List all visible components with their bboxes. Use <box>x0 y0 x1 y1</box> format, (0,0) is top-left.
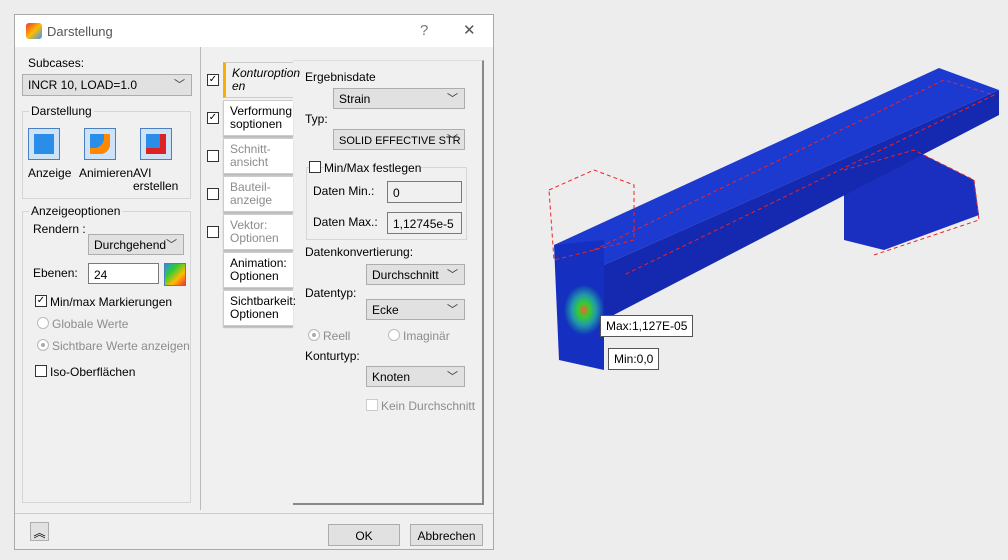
subcases-select[interactable]: INCR 10, LOAD=1.0 ﹀ <box>22 74 192 96</box>
datentyp-label: Datentyp: <box>305 286 357 300</box>
daten-min-label: Daten Min.: <box>313 184 375 198</box>
ergebnis-select[interactable]: Strain ﹀ <box>333 88 465 109</box>
tab-2[interactable]: Schnitt-ansicht <box>223 138 293 174</box>
tab-checkbox[interactable]: ✓ <box>207 112 219 124</box>
color-scale-icon[interactable] <box>164 263 186 286</box>
title-bar: Darstellung ? ✕ <box>15 15 493 47</box>
daten-max-input[interactable]: 1,12745e-5 <box>387 212 462 234</box>
typ-label: Typ: <box>305 112 328 126</box>
cancel-button[interactable]: Abbrechen <box>410 524 483 546</box>
ebenen-input[interactable]: 24 <box>88 263 159 284</box>
divider <box>200 47 201 510</box>
avi-label-2: erstellen <box>133 179 179 193</box>
tab-3[interactable]: Bauteil-anzeige <box>223 176 293 212</box>
hotspot <box>564 285 604 335</box>
max-label: Max:1,127E-05 <box>600 315 694 337</box>
app-icon <box>26 23 42 39</box>
footer-divider <box>15 513 493 514</box>
minmax-checkbox[interactable]: ✓ <box>35 295 47 307</box>
datentyp-select[interactable]: Ecke ﹀ <box>366 299 465 320</box>
double-chevron-up-icon: ︽ <box>33 526 46 540</box>
konturtyp-label: Konturtyp: <box>305 349 360 363</box>
kein-checkbox[interactable] <box>366 399 378 411</box>
model-viewport[interactable] <box>494 0 1008 560</box>
animieren-label: Animieren <box>79 166 134 180</box>
anzeige-button[interactable] <box>28 128 60 160</box>
ergebnis-label: Ergebnisdate <box>305 70 376 84</box>
rendern-select[interactable]: Durchgehend ﹀ <box>88 234 184 255</box>
konv-select[interactable]: Durchschnitt ﹀ <box>366 264 465 285</box>
close-button[interactable]: ✕ <box>463 21 476 39</box>
rendern-label: Rendern : <box>33 222 86 236</box>
globale-radio[interactable] <box>37 317 49 329</box>
reell-radio[interactable] <box>308 329 320 341</box>
sichtbare-label: Sichtbare Werte anzeigen <box>52 339 190 353</box>
tab-checkbox[interactable] <box>207 226 219 238</box>
iso-checkbox[interactable] <box>35 365 47 377</box>
imag-radio[interactable] <box>388 329 400 341</box>
minmax-fest-label: Min/Max festlegen <box>324 161 422 175</box>
konv-label: Datenkonvertierung: <box>305 245 414 259</box>
avi-erstellen-button[interactable] <box>140 128 172 160</box>
expand-button[interactable]: ︽ <box>30 522 49 541</box>
daten-min-input[interactable]: 0 <box>387 181 462 203</box>
anzeige-label: Anzeige <box>28 166 72 180</box>
min-label: Min:0,0 <box>608 348 660 370</box>
chevron-down-icon: ﹀ <box>174 79 185 91</box>
typ-select[interactable]: SOLID EFFECTIVE STR ﹀ <box>333 129 465 150</box>
tab-0[interactable]: Konturoption en <box>223 62 300 98</box>
kein-label: Kein Durchschnitt <box>381 399 476 413</box>
minmax-fest-checkbox[interactable] <box>309 161 321 173</box>
daten-max-label: Daten Max.: <box>313 215 378 229</box>
ok-button[interactable]: OK <box>328 524 400 546</box>
sichtbare-radio[interactable] <box>37 339 49 351</box>
tab-1[interactable]: Verformung soptionen <box>223 100 293 136</box>
tab-6[interactable]: Sichtbarkeit: Optionen <box>223 290 296 326</box>
tab-checkbox[interactable]: ✓ <box>207 74 219 86</box>
help-button[interactable]: ? <box>420 22 428 39</box>
tab-checkbox[interactable] <box>207 188 219 200</box>
subcases-label: Subcases: <box>28 56 85 70</box>
globale-label: Globale Werte <box>52 317 129 331</box>
animieren-button[interactable] <box>84 128 116 160</box>
ebenen-label: Ebenen: <box>33 266 78 280</box>
avi-label: AVI <box>133 166 152 180</box>
tab-5[interactable]: Animation: Optionen <box>223 252 293 288</box>
tab-checkbox[interactable] <box>207 150 219 162</box>
tab-4[interactable]: Vektor: Optionen <box>223 214 293 250</box>
minmax-label: Min/max Markierungen <box>50 295 173 309</box>
imag-label: Imaginär <box>403 329 450 343</box>
window-title: Darstellung <box>47 24 113 39</box>
iso-label: Iso-Oberflächen <box>50 365 136 379</box>
reell-label: Reell <box>323 329 351 343</box>
konturtyp-select[interactable]: Knoten ﹀ <box>366 366 465 387</box>
